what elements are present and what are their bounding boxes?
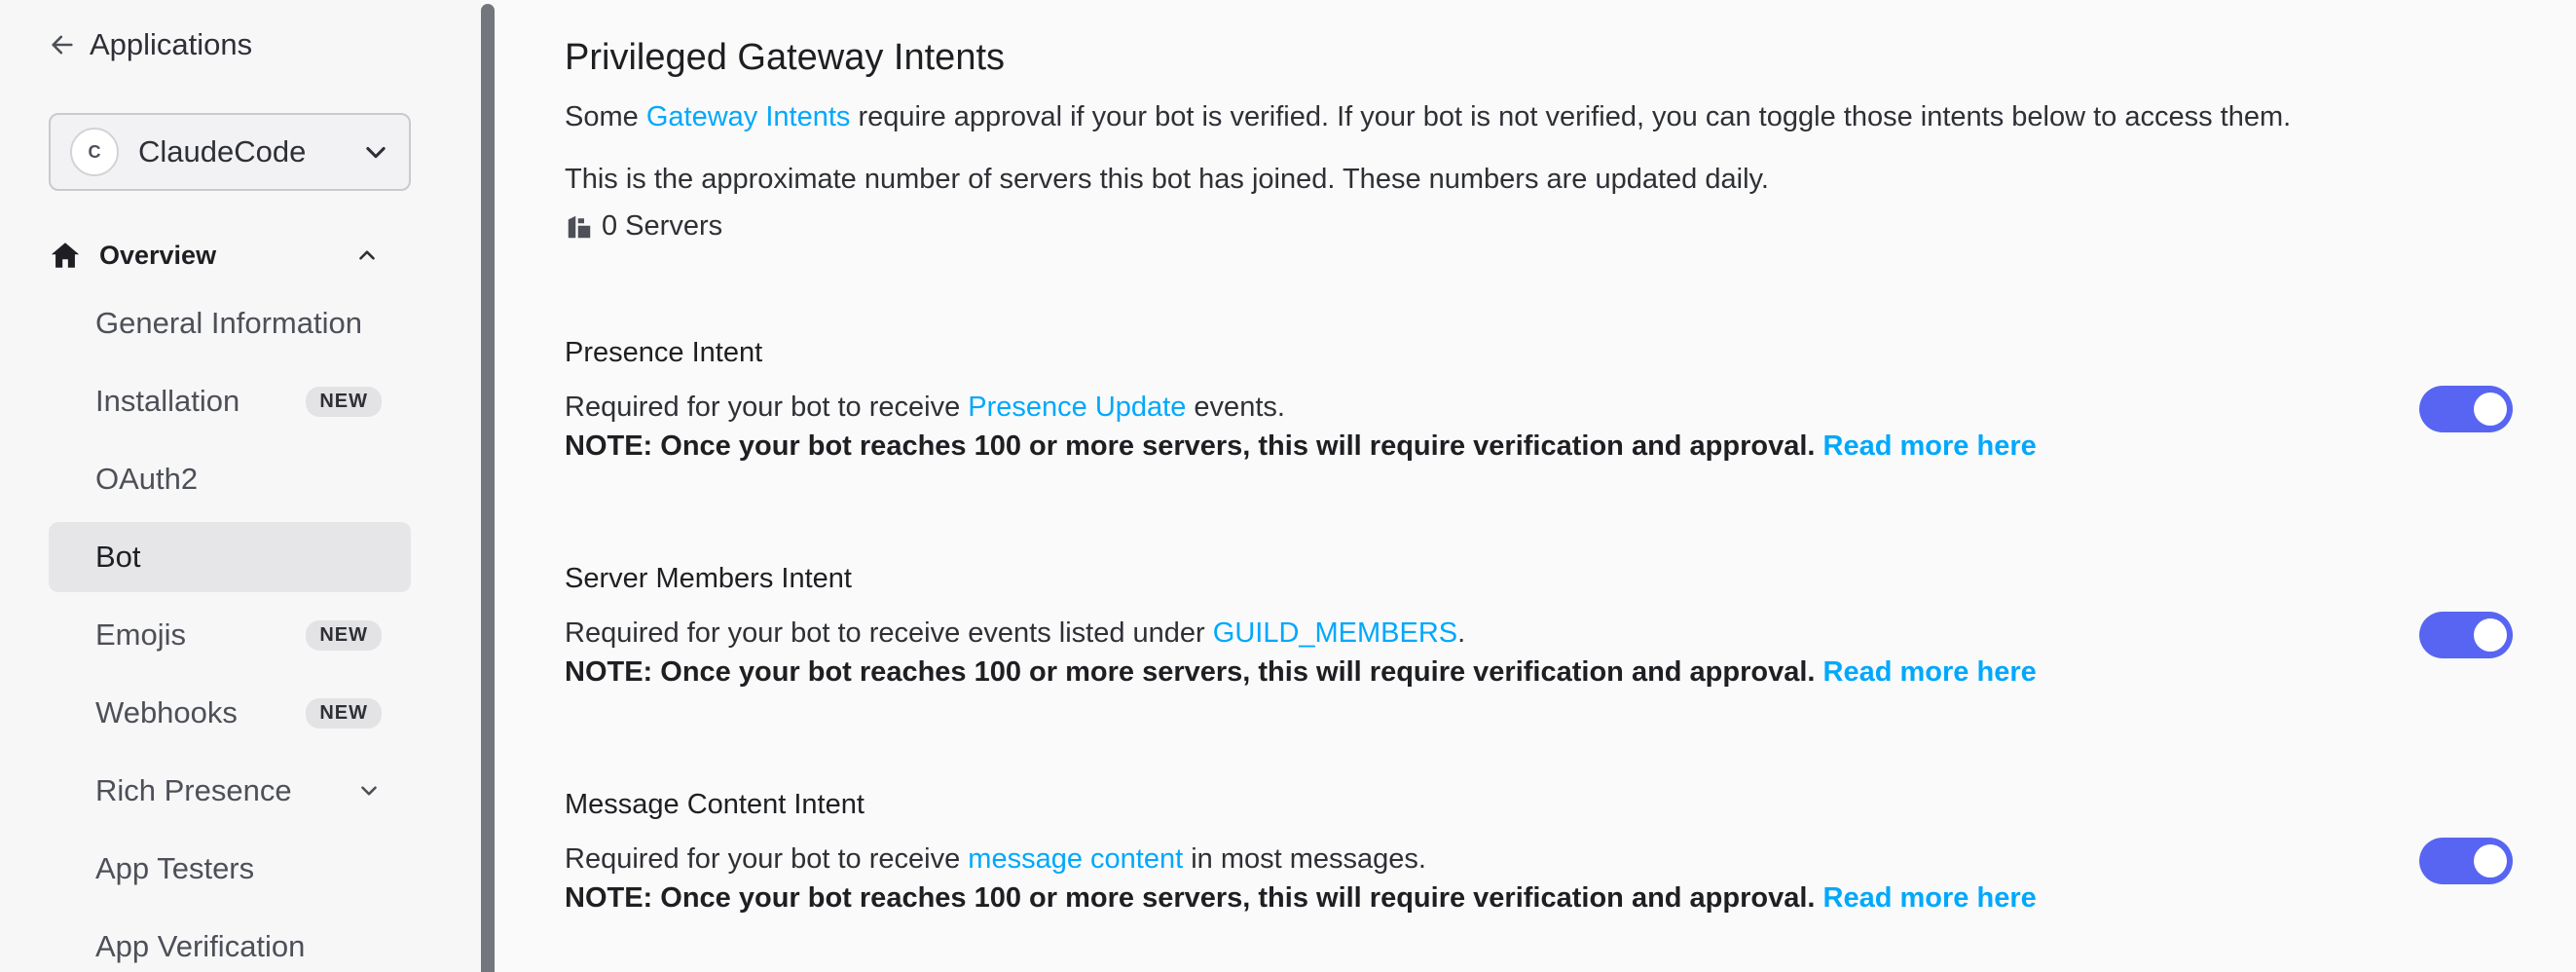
intent-note-text: NOTE: Once your bot reaches 100 or more … [565,430,1816,462]
back-to-applications-link[interactable]: Applications [49,27,252,62]
message-content-intent-note: NOTE: Once your bot reaches 100 or more … [565,882,2037,915]
sidebar-item-bot[interactable]: Bot [49,522,411,592]
message-content-intent-toggle[interactable] [2419,838,2513,884]
overview-section-toggle[interactable]: Overview [49,238,380,273]
presence-intent-title: Presence Intent [565,337,763,368]
app-name: ClaudeCode [138,134,307,168]
intents-intro: Some Gateway Intents require approval if… [565,101,2291,133]
servers-icon [568,215,591,238]
servers-note: This is the approximate number of server… [565,164,1769,195]
new-badge: NEW [306,386,382,417]
intro-text-post: require approval if your bot is verified… [850,101,2292,132]
sidebar-item-label: General Information [95,306,362,340]
intent-desc-pre: Required for your bot to receive [565,392,969,423]
sidebar-item-emojis[interactable]: Emojis NEW [49,600,411,670]
sidebar-item-label: Webhooks [95,695,238,729]
server-count: 0 Servers [565,210,722,243]
sidebar-item-oauth2[interactable]: OAuth2 [49,444,411,514]
guild-members-link[interactable]: GUILD_MEMBERS [1213,617,1457,649]
sidebar-item-app-verification[interactable]: App Verification [49,912,411,972]
intent-note-text: NOTE: Once your bot reaches 100 or more … [565,656,1816,688]
sidebar-item-label: Installation [95,384,240,418]
server-members-intent-title: Server Members Intent [565,563,852,594]
message-content-intent-title: Message Content Intent [565,789,865,820]
server-count-value: 0 Servers [602,210,723,242]
intent-desc-post: . [1457,617,1466,649]
toggle-knob [2474,618,2507,652]
sidebar-item-webhooks[interactable]: Webhooks NEW [49,678,411,748]
sidebar-item-installation[interactable]: Installation NEW [49,366,411,436]
chevron-down-icon [366,146,386,159]
intent-note-text: NOTE: Once your bot reaches 100 or more … [565,882,1816,914]
sidebar-item-label: Rich Presence [95,773,292,807]
chevron-up-icon [359,250,375,260]
server-members-intent-description: Required for your bot to receive events … [565,614,1465,653]
sidebar-scrollbar[interactable] [481,4,495,972]
page-title: Privileged Gateway Intents [565,37,1006,78]
server-members-intent-toggle[interactable] [2419,612,2513,658]
read-more-link[interactable]: Read more here [1823,430,2037,462]
read-more-link[interactable]: Read more here [1823,656,2037,688]
new-badge: NEW [306,697,382,729]
intent-desc-post: in most messages. [1183,843,1426,875]
overview-label: Overview [99,240,217,270]
server-members-intent-note: NOTE: Once your bot reaches 100 or more … [565,656,2037,689]
chevron-down-icon [361,786,377,796]
intent-desc-pre: Required for your bot to receive [565,843,969,875]
main-content: Privileged Gateway Intents Some Gateway … [565,0,2576,972]
read-more-link[interactable]: Read more here [1823,882,2037,914]
intro-text-pre: Some [565,101,646,132]
sidebar-item-general-information[interactable]: General Information [49,288,411,358]
app-avatar: C [70,128,119,176]
sidebar-item-label: Emojis [95,617,187,652]
message-content-link[interactable]: message content [968,843,1183,875]
home-icon [51,243,80,268]
sidebar-item-rich-presence[interactable]: Rich Presence [49,756,411,826]
message-content-intent-description: Required for your bot to receive message… [565,840,1426,879]
back-link-label: Applications [90,27,253,61]
gateway-intents-link[interactable]: Gateway Intents [646,101,851,132]
sidebar-item-label: App Testers [95,851,255,885]
intent-desc-post: events. [1186,392,1285,423]
sidebar: Applications C ClaudeCode Overview Gener… [0,0,481,972]
presence-intent-toggle[interactable] [2419,386,2513,432]
toggle-knob [2474,844,2507,878]
sidebar-item-app-testers[interactable]: App Testers [49,834,411,904]
intent-desc-pre: Required for your bot to receive events … [565,617,1213,649]
sidebar-item-label: App Verification [95,929,306,963]
presence-update-link[interactable]: Presence Update [968,392,1186,423]
new-badge: NEW [306,619,382,651]
toggle-knob [2474,393,2507,426]
app-selector[interactable]: C ClaudeCode [49,113,411,191]
sidebar-item-label: OAuth2 [95,462,199,496]
arrow-left-icon [52,35,73,55]
presence-intent-description: Required for your bot to receive Presenc… [565,388,1285,427]
sidebar-item-label: Bot [95,540,141,574]
presence-intent-note: NOTE: Once your bot reaches 100 or more … [565,430,2037,463]
